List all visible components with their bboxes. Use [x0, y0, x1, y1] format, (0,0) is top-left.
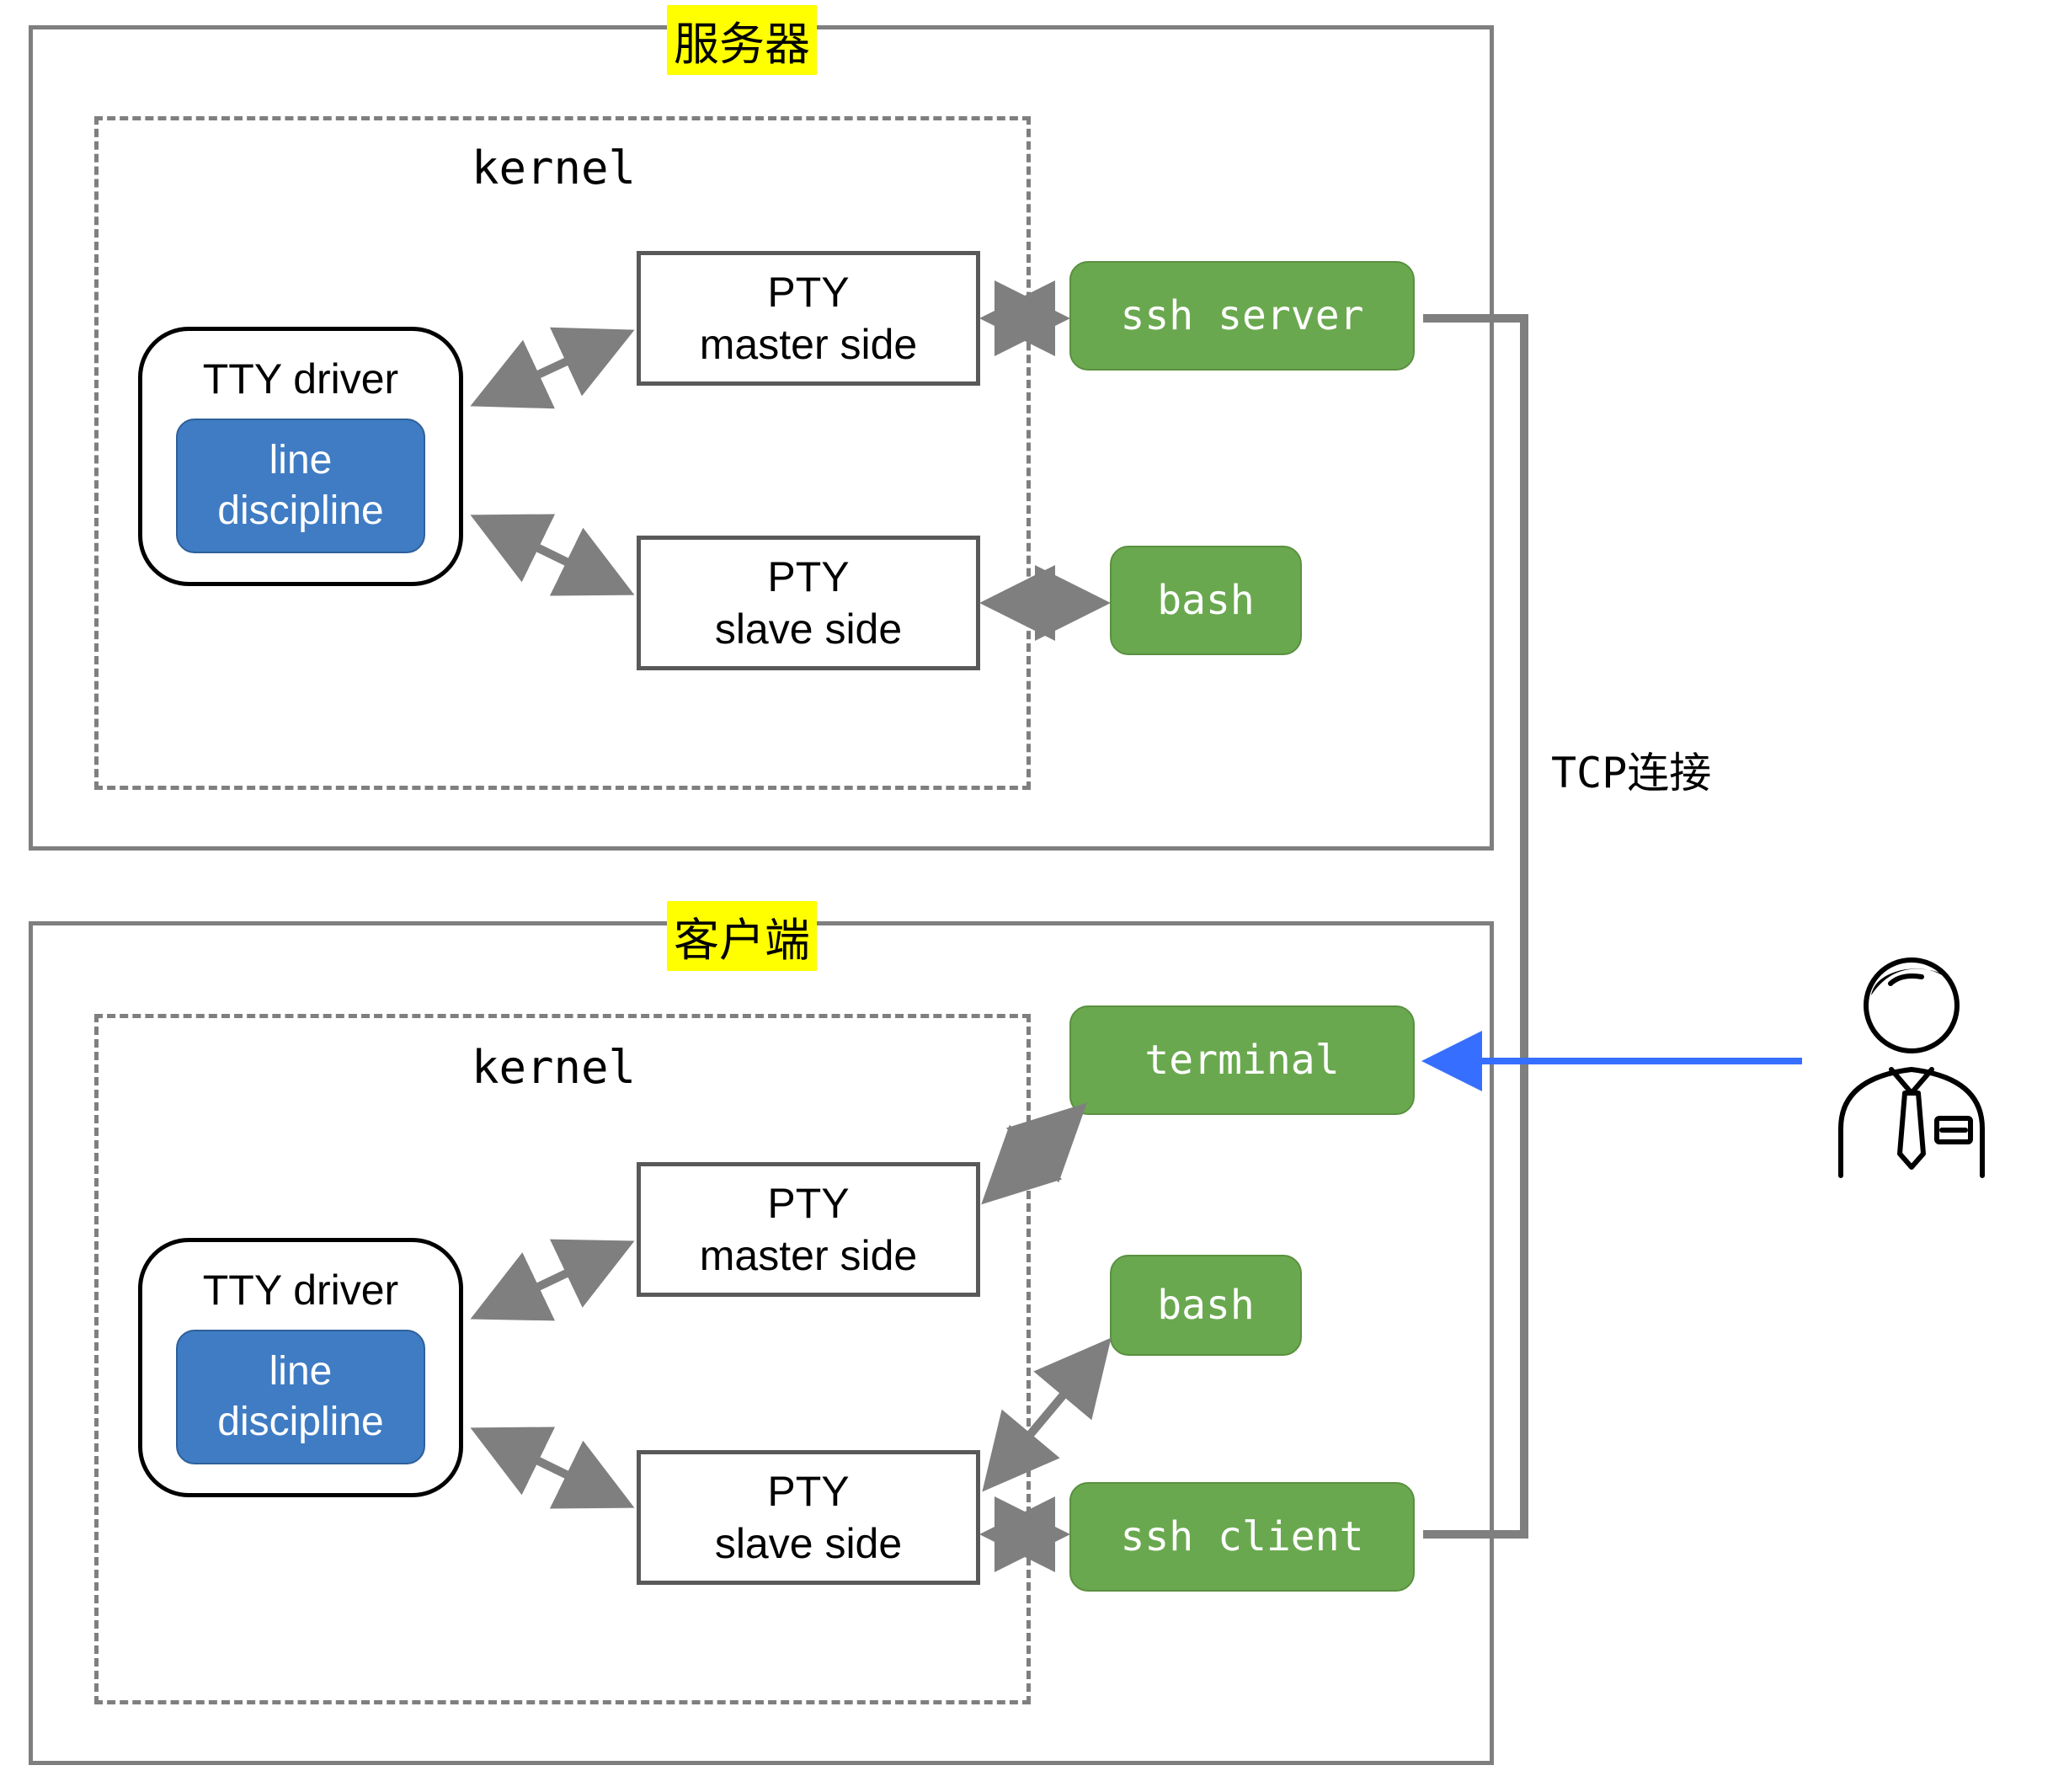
client-tty-driver-label: TTY driver [176, 1266, 425, 1315]
server-kernel-label: kernel [472, 141, 636, 195]
user-icon [1810, 943, 2013, 1179]
client-title: 客户端 [667, 901, 817, 971]
client-pty-slave: PTY slave side [637, 1450, 980, 1585]
server-tty-driver-label: TTY driver [176, 355, 425, 403]
client-ssh-client: ssh client [1069, 1482, 1415, 1592]
server-pty-master: PTY master side [637, 251, 980, 386]
client-terminal: terminal [1069, 1005, 1415, 1115]
diagram-canvas: 服务器 kernel TTY driver line discipline PT… [0, 0, 2053, 1792]
client-tty-driver: TTY driver line discipline [138, 1238, 463, 1497]
tcp-connection-label: TCP连接 [1551, 739, 1711, 800]
server-title: 服务器 [667, 5, 817, 75]
server-tty-driver: TTY driver line discipline [138, 327, 463, 586]
server-pty-slave: PTY slave side [637, 536, 980, 670]
client-pty-master: PTY master side [637, 1162, 980, 1297]
client-bash: bash [1110, 1255, 1302, 1356]
server-bash: bash [1110, 546, 1302, 655]
server-ssh-server: ssh server [1069, 261, 1415, 371]
client-kernel-label: kernel [472, 1041, 636, 1094]
client-line-discipline: line discipline [176, 1330, 425, 1464]
server-line-discipline: line discipline [176, 419, 425, 553]
